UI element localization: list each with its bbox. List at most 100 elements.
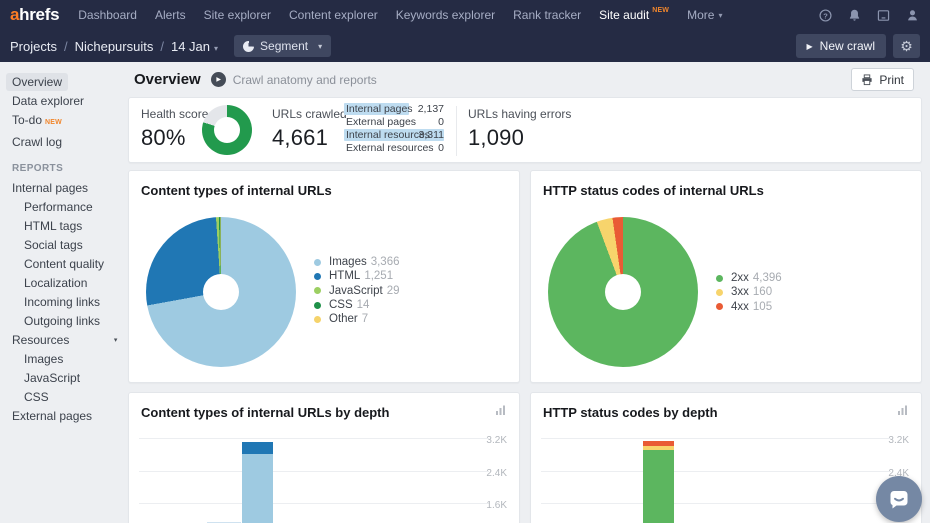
urls-errors-label: URLs having errors xyxy=(468,107,571,121)
urls-crawled-group: URLs crawled 4,661 xyxy=(272,107,347,151)
legend-item-other[interactable]: Other7 xyxy=(314,312,400,326)
sidebar-section-header: REPORTS xyxy=(12,163,120,174)
new-crawl-label: New crawl xyxy=(820,39,875,53)
legend-label: 4xx xyxy=(731,301,749,313)
nav-item-keywords-explorer[interactable]: Keywords explorer xyxy=(387,8,504,22)
chat-widget-button[interactable] xyxy=(876,476,922,522)
legend-value: 14 xyxy=(357,299,370,311)
legend-item-html[interactable]: HTML 1,251 xyxy=(314,269,400,283)
browser-icon[interactable] xyxy=(876,8,891,23)
page-title: Overview xyxy=(134,71,201,88)
legend-value: 29 xyxy=(387,285,400,297)
help-icon[interactable]: ? xyxy=(818,8,833,23)
content-by-depth-card: Content types of internal URLs by depth … xyxy=(128,392,520,523)
gear-icon: ⚙ xyxy=(900,38,913,55)
bell-icon[interactable] xyxy=(847,8,862,23)
sidebar-item-internal-pages[interactable]: Internal pages▾ xyxy=(6,179,94,197)
y-tick-label: 3.2K xyxy=(486,435,507,446)
printer-icon xyxy=(861,74,873,86)
legend-item-images[interactable]: Images3,366 xyxy=(314,255,400,269)
gridline xyxy=(139,503,489,504)
nav-item-rank-tracker[interactable]: Rank tracker xyxy=(504,8,590,22)
collapse-caret-icon[interactable]: ▾ xyxy=(114,334,118,348)
segment-pie-icon xyxy=(243,41,254,52)
chart-type-icon[interactable] xyxy=(495,404,507,416)
chart-type-icon[interactable] xyxy=(897,404,909,416)
sub-header: Projects/Nichepursuits/14 Jan▾ Segment ▾… xyxy=(0,30,930,62)
bar-segment-html[interactable] xyxy=(242,442,273,454)
bar-segment-2xx[interactable] xyxy=(643,450,674,523)
ahrefs-logo[interactable]: ahrefs xyxy=(10,5,59,25)
sidebar-item-css[interactable]: CSS xyxy=(18,388,55,406)
legend-value: 1,251 xyxy=(364,270,393,282)
legend-value: 160 xyxy=(753,286,772,298)
sidebar-item-resources[interactable]: Resources▾ xyxy=(6,331,75,349)
sidebar-item-incoming-links[interactable]: Incoming links xyxy=(18,293,106,311)
y-tick-label: 2.4K xyxy=(486,468,507,479)
sidebar-item-outgoing-links[interactable]: Outgoing links xyxy=(18,312,106,330)
sidebar-item-crawl-log[interactable]: Crawl log xyxy=(6,133,68,151)
sidebar-item-to-do[interactable]: To-doNEW xyxy=(6,111,68,132)
legend-label: 3xx xyxy=(731,286,749,298)
legend-item-javascript[interactable]: JavaScript29 xyxy=(314,284,400,298)
nav-item-more[interactable]: More▾ xyxy=(678,8,731,22)
breadcrumb-projects[interactable]: Projects xyxy=(10,39,57,54)
legend-dot xyxy=(314,273,321,280)
breakdown-value: 3,311 xyxy=(419,129,445,141)
health-score-card: Health score? 80% URLs crawled 4,661 Int… xyxy=(128,97,922,163)
breakdown-row-internal-resources[interactable]: Internal resources3,311 xyxy=(344,129,444,141)
print-label: Print xyxy=(879,73,904,87)
legend-item-2xx[interactable]: 2xx4,396 xyxy=(716,271,782,285)
sidebar-item-performance[interactable]: Performance xyxy=(18,198,99,216)
segment-button[interactable]: Segment ▾ xyxy=(234,35,331,57)
sidebar-item-social-tags[interactable]: Social tags xyxy=(18,236,89,254)
sidebar-item-localization[interactable]: Localization xyxy=(18,274,93,292)
status-codes-donut[interactable] xyxy=(548,217,698,367)
breakdown-row-internal-pages[interactable]: Internal pages2,137 xyxy=(344,103,444,115)
logo-rest: hrefs xyxy=(19,5,59,24)
legend-value: 105 xyxy=(753,301,772,313)
breakdown-value: 0 xyxy=(438,116,444,128)
sidebar-item-content-quality[interactable]: Content quality xyxy=(18,255,110,273)
depth-cards-row: Content types of internal URLs by depth … xyxy=(128,392,922,523)
breadcrumb-nichepursuits[interactable]: Nichepursuits xyxy=(75,39,154,54)
legend-label: 2xx xyxy=(731,272,749,284)
sidebar-item-external-pages[interactable]: External pages xyxy=(6,407,98,425)
content-types-legend: Images3,366HTML1,251JavaScript29CSS14Oth… xyxy=(314,255,400,326)
tutorial-play-icon[interactable]: ▶ xyxy=(211,72,226,87)
print-button[interactable]: Print xyxy=(851,68,914,91)
user-icon[interactable] xyxy=(905,8,920,23)
sidebar-item-data-explorer[interactable]: Data explorer xyxy=(6,92,90,110)
legend-label: CSS xyxy=(329,299,353,311)
legend-label: HTML xyxy=(329,270,360,282)
sidebar-item-javascript[interactable]: JavaScript xyxy=(18,369,86,387)
divider xyxy=(456,106,457,156)
bar-segment-images[interactable] xyxy=(242,454,273,523)
nav-item-alerts[interactable]: Alerts xyxy=(146,8,195,22)
legend-item-css[interactable]: CSS 14 xyxy=(314,298,400,312)
nav-item-site-audit[interactable]: Site auditNEW xyxy=(590,8,678,22)
play-icon: ▶ xyxy=(807,42,813,51)
urls-errors-group: URLs having errors 1,090 xyxy=(468,107,571,151)
breakdown-row-external-pages[interactable]: External pages0 xyxy=(344,116,444,128)
chevron-down-icon: ▾ xyxy=(318,42,322,51)
status-codes-card: HTTP status codes of internal URLs 2xx4,… xyxy=(530,170,922,383)
nav-item-site-explorer[interactable]: Site explorer xyxy=(195,8,280,22)
breakdown-row-external-resources[interactable]: External resources0 xyxy=(344,142,444,154)
content-types-donut[interactable] xyxy=(146,217,296,367)
chevron-down-icon: ▾ xyxy=(718,11,722,20)
legend-dot xyxy=(314,259,321,266)
settings-button[interactable]: ⚙ xyxy=(893,34,920,58)
breadcrumb-14-jan[interactable]: 14 Jan▾ xyxy=(171,39,218,54)
card-title: HTTP status codes of internal URLs xyxy=(543,183,764,198)
gridline xyxy=(541,438,891,439)
sidebar-item-images[interactable]: Images xyxy=(18,350,69,368)
nav-item-content-explorer[interactable]: Content explorer xyxy=(280,8,387,22)
nav-item-dashboard[interactable]: Dashboard xyxy=(69,8,146,22)
sidebar-item-html-tags[interactable]: HTML tags xyxy=(18,217,88,235)
new-crawl-button[interactable]: ▶ New crawl xyxy=(796,34,887,58)
sidebar-item-overview[interactable]: Overview xyxy=(6,73,68,91)
legend-label: Other xyxy=(329,313,358,325)
legend-item-4xx[interactable]: 4xx 105 xyxy=(716,300,782,314)
legend-item-3xx[interactable]: 3xx 160 xyxy=(716,285,782,299)
